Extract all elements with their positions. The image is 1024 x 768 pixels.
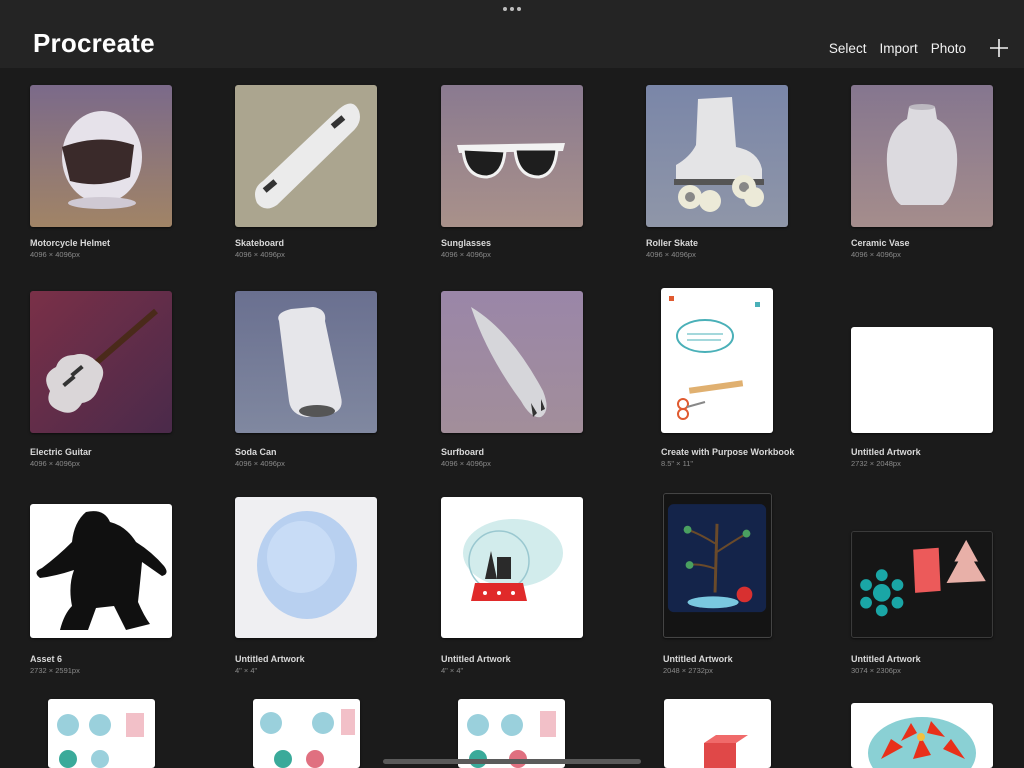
artwork-thumbnail[interactable] <box>664 699 771 768</box>
artwork-dimensions: 4096 × 4096px <box>851 250 901 259</box>
artwork-dimensions: 2732 × 2048px <box>851 459 901 468</box>
artwork-title: Motorcycle Helmet <box>30 238 111 248</box>
artwork-thumbnail[interactable] <box>851 85 993 227</box>
artwork-thumbnail[interactable] <box>851 703 993 768</box>
artwork-thumbnail[interactable] <box>458 699 565 768</box>
helmet-thumbnail-image <box>30 85 172 227</box>
watercolor-blob-thumbnail-image <box>235 497 377 638</box>
artwork-thumbnail[interactable] <box>441 497 583 638</box>
artwork-dimensions: 4096 × 4096px <box>235 250 285 259</box>
artwork-title: Create with Purpose Workbook <box>661 447 795 457</box>
workbook-thumbnail-image <box>661 288 773 433</box>
artwork-thumbnail[interactable] <box>235 291 377 433</box>
photo-button[interactable]: Photo <box>931 41 966 56</box>
artwork-dimensions: 4096 × 4096px <box>235 459 285 468</box>
artwork-thumbnail[interactable] <box>235 497 377 638</box>
ornaments-thumbnail-image <box>852 532 992 637</box>
skateboard-thumbnail-image <box>235 85 377 227</box>
poinsettia-thumbnail-image <box>851 703 993 768</box>
artwork-title: Untitled Artwork <box>441 654 511 664</box>
artwork-title: Roller Skate <box>646 238 699 248</box>
artwork-title: Untitled Artwork <box>663 654 733 664</box>
artwork-dimensions: 4096 × 4096px <box>30 459 80 468</box>
artwork-title: Electric Guitar <box>30 447 92 457</box>
artwork-dimensions: 4096 × 4096px <box>441 250 491 259</box>
artwork-title: Surfboard <box>441 447 485 457</box>
artwork-thumbnail[interactable] <box>663 493 772 638</box>
more-dots-icon[interactable] <box>503 6 521 12</box>
artwork-thumbnail[interactable] <box>441 291 583 433</box>
artwork-thumbnail[interactable] <box>441 85 583 227</box>
roller-skate-thumbnail-image <box>646 85 788 227</box>
guitar-thumbnail-image <box>30 291 172 433</box>
artwork-dimensions: 4" × 4" <box>441 666 464 675</box>
gallery-actions: Select Import Photo <box>816 36 1010 60</box>
vase-thumbnail-image <box>851 85 993 227</box>
artwork-dimensions: 4096 × 4096px <box>646 250 696 259</box>
import-button[interactable]: Import <box>879 41 917 56</box>
plus-icon[interactable] <box>988 37 1010 59</box>
artwork-thumbnail[interactable] <box>235 85 377 227</box>
top-bar: Procreate Select Import Photo <box>0 0 1024 68</box>
artwork-dimensions: 8.5" × 11" <box>661 459 694 468</box>
artwork-title: Asset 6 <box>30 654 63 664</box>
artwork-thumbnail[interactable] <box>30 291 172 433</box>
artwork-dimensions: 4096 × 4096px <box>30 250 80 259</box>
artwork-thumbnail[interactable] <box>30 85 172 227</box>
artwork-title: Soda Can <box>235 447 277 457</box>
home-indicator[interactable] <box>383 759 641 764</box>
artwork-thumbnail[interactable] <box>48 699 155 768</box>
sunglasses-thumbnail-image <box>441 85 583 227</box>
artwork-thumbnail[interactable] <box>253 699 360 768</box>
artwork-title: Untitled Artwork <box>851 654 921 664</box>
artwork-dimensions: 4096 × 4096px <box>441 459 491 468</box>
artwork-thumbnail[interactable] <box>30 504 172 638</box>
artwork-thumbnail[interactable] <box>646 85 788 227</box>
bigfoot-thumbnail-image <box>30 504 172 638</box>
artwork-dimensions: 4" × 4" <box>235 666 258 675</box>
christmas-tree-thumbnail-image <box>664 494 771 637</box>
artwork-gallery: Motorcycle Helmet 4096 × 4096px Skateboa… <box>0 68 1024 768</box>
select-button[interactable]: Select <box>829 41 867 56</box>
artwork-title: Untitled Artwork <box>235 654 305 664</box>
artwork-thumbnail[interactable] <box>851 531 993 638</box>
artwork-dimensions: 2732 × 2591px <box>30 666 80 675</box>
artwork-thumbnail[interactable] <box>851 327 993 433</box>
artwork-dimensions: 2048 × 2732px <box>663 666 713 675</box>
artwork-thumbnail[interactable] <box>661 288 773 433</box>
snow-globe-thumbnail-image <box>441 497 583 638</box>
artwork-title: Skateboard <box>235 238 285 248</box>
stickers-thumbnail-image <box>253 699 360 768</box>
soda-can-thumbnail-image <box>235 291 377 433</box>
artwork-title: Untitled Artwork <box>851 447 921 457</box>
app-title: Procreate <box>33 28 155 58</box>
artwork-title: Ceramic Vase <box>851 238 910 248</box>
surfboard-thumbnail-image <box>441 291 583 433</box>
stickers-thumbnail-image <box>458 699 565 768</box>
artwork-dimensions: 3074 × 2306px <box>851 666 901 675</box>
box-thumbnail-image <box>664 699 771 768</box>
artwork-title: Sunglasses <box>441 238 492 248</box>
stickers-thumbnail-image <box>48 699 155 768</box>
